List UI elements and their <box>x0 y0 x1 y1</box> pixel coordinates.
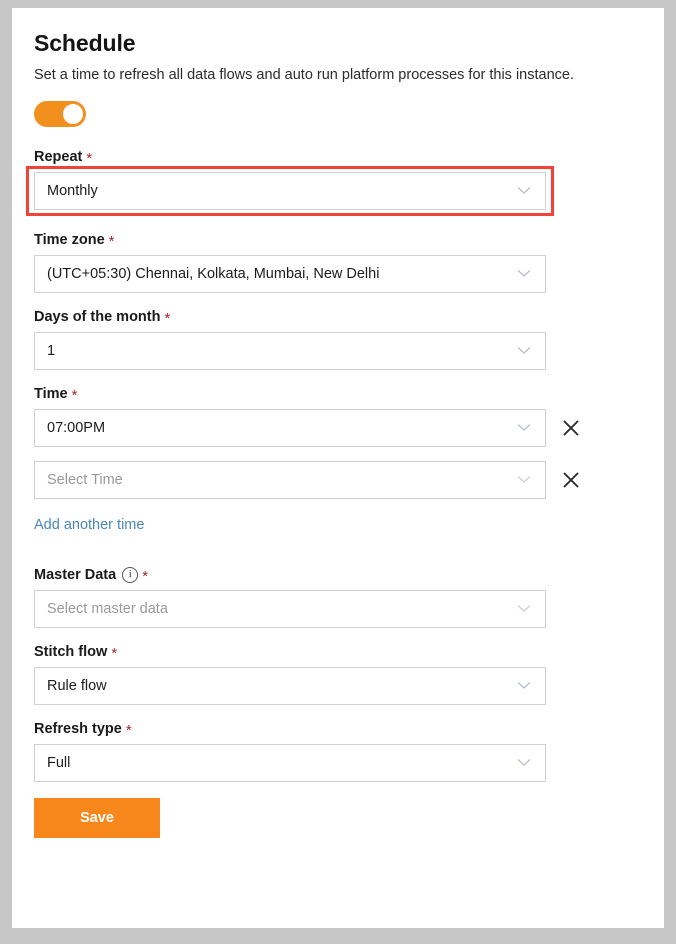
schedule-enable-toggle[interactable] <box>34 100 86 127</box>
chevron-down-icon <box>517 681 531 690</box>
required-asterisk: * <box>164 310 171 328</box>
close-icon[interactable] <box>560 417 582 439</box>
toggle-knob <box>63 103 83 124</box>
required-asterisk: * <box>125 722 132 740</box>
chevron-down-icon <box>517 423 531 432</box>
time-row: Select Time <box>34 460 664 499</box>
field-refresh-type: Refresh type * Full <box>34 721 664 782</box>
days-of-month-select[interactable]: 1 <box>34 331 546 370</box>
required-asterisk: * <box>142 568 149 586</box>
close-icon[interactable] <box>560 469 582 491</box>
repeat-value: Monthly <box>47 182 98 199</box>
field-time: Time * 07:00PM Select Time Add another t… <box>34 386 664 551</box>
field-stitch-flow: Stitch flow * Rule flow <box>34 644 664 705</box>
field-repeat: Repeat * Monthly <box>26 148 664 216</box>
repeat-label: Repeat * <box>34 148 664 168</box>
stitch-flow-select[interactable]: Rule flow <box>34 666 546 705</box>
chevron-down-icon <box>517 346 531 355</box>
stitch-flow-label-text: Stitch flow <box>34 643 108 660</box>
time-value-1: 07:00PM <box>47 419 106 436</box>
save-button[interactable]: Save <box>34 797 160 838</box>
refresh-type-value: Full <box>47 754 71 771</box>
chevron-down-icon <box>517 269 531 278</box>
days-of-month-label-text: Days of the month <box>34 308 161 325</box>
required-asterisk: * <box>108 233 115 251</box>
chevron-down-icon <box>517 475 531 484</box>
time-select-1[interactable]: 07:00PM <box>34 408 546 447</box>
field-master-data: Master Data i * Select master data <box>34 566 664 628</box>
field-days-of-month: Days of the month * 1 <box>34 309 664 370</box>
time-value-2: Select Time <box>47 471 123 488</box>
repeat-label-text: Repeat <box>34 148 83 165</box>
stitch-flow-label: Stitch flow * <box>34 643 664 663</box>
time-label: Time * <box>34 385 664 405</box>
schedule-card: Schedule Set a time to refresh all data … <box>12 8 664 928</box>
days-of-month-value: 1 <box>47 342 56 359</box>
time-label-text: Time <box>34 385 68 402</box>
timezone-select[interactable]: (UTC+05:30) Chennai, Kolkata, Mumbai, Ne… <box>34 254 546 293</box>
page-title: Schedule <box>34 30 136 56</box>
chevron-down-icon <box>517 758 531 767</box>
timezone-label: Time zone * <box>34 231 664 251</box>
master-data-label-text: Master Data <box>34 566 117 583</box>
required-asterisk: * <box>71 387 78 405</box>
days-of-month-label: Days of the month * <box>34 308 664 328</box>
page-subtitle: Set a time to refresh all data flows and… <box>34 67 574 83</box>
refresh-type-select[interactable]: Full <box>34 743 546 782</box>
refresh-type-label: Refresh type * <box>34 720 664 740</box>
info-icon[interactable]: i <box>122 566 139 583</box>
time-select-2[interactable]: Select Time <box>34 460 546 499</box>
timezone-value: (UTC+05:30) Chennai, Kolkata, Mumbai, Ne… <box>47 265 380 282</box>
master-data-select[interactable]: Select master data <box>34 589 546 628</box>
chevron-down-icon <box>517 604 531 613</box>
field-timezone: Time zone * (UTC+05:30) Chennai, Kolkata… <box>34 232 664 293</box>
chevron-down-icon <box>517 186 531 195</box>
required-asterisk: * <box>111 645 118 663</box>
master-data-label: Master Data i * <box>34 566 664 586</box>
stitch-flow-value: Rule flow <box>47 677 107 694</box>
master-data-value: Select master data <box>47 600 168 617</box>
timezone-label-text: Time zone <box>34 231 105 248</box>
add-another-time-link[interactable]: Add another time <box>34 517 144 533</box>
repeat-highlight-box: Monthly <box>26 165 554 216</box>
repeat-select[interactable]: Monthly <box>34 171 546 210</box>
time-row: 07:00PM <box>34 408 664 447</box>
required-asterisk: * <box>86 150 93 168</box>
refresh-type-label-text: Refresh type <box>34 720 122 737</box>
